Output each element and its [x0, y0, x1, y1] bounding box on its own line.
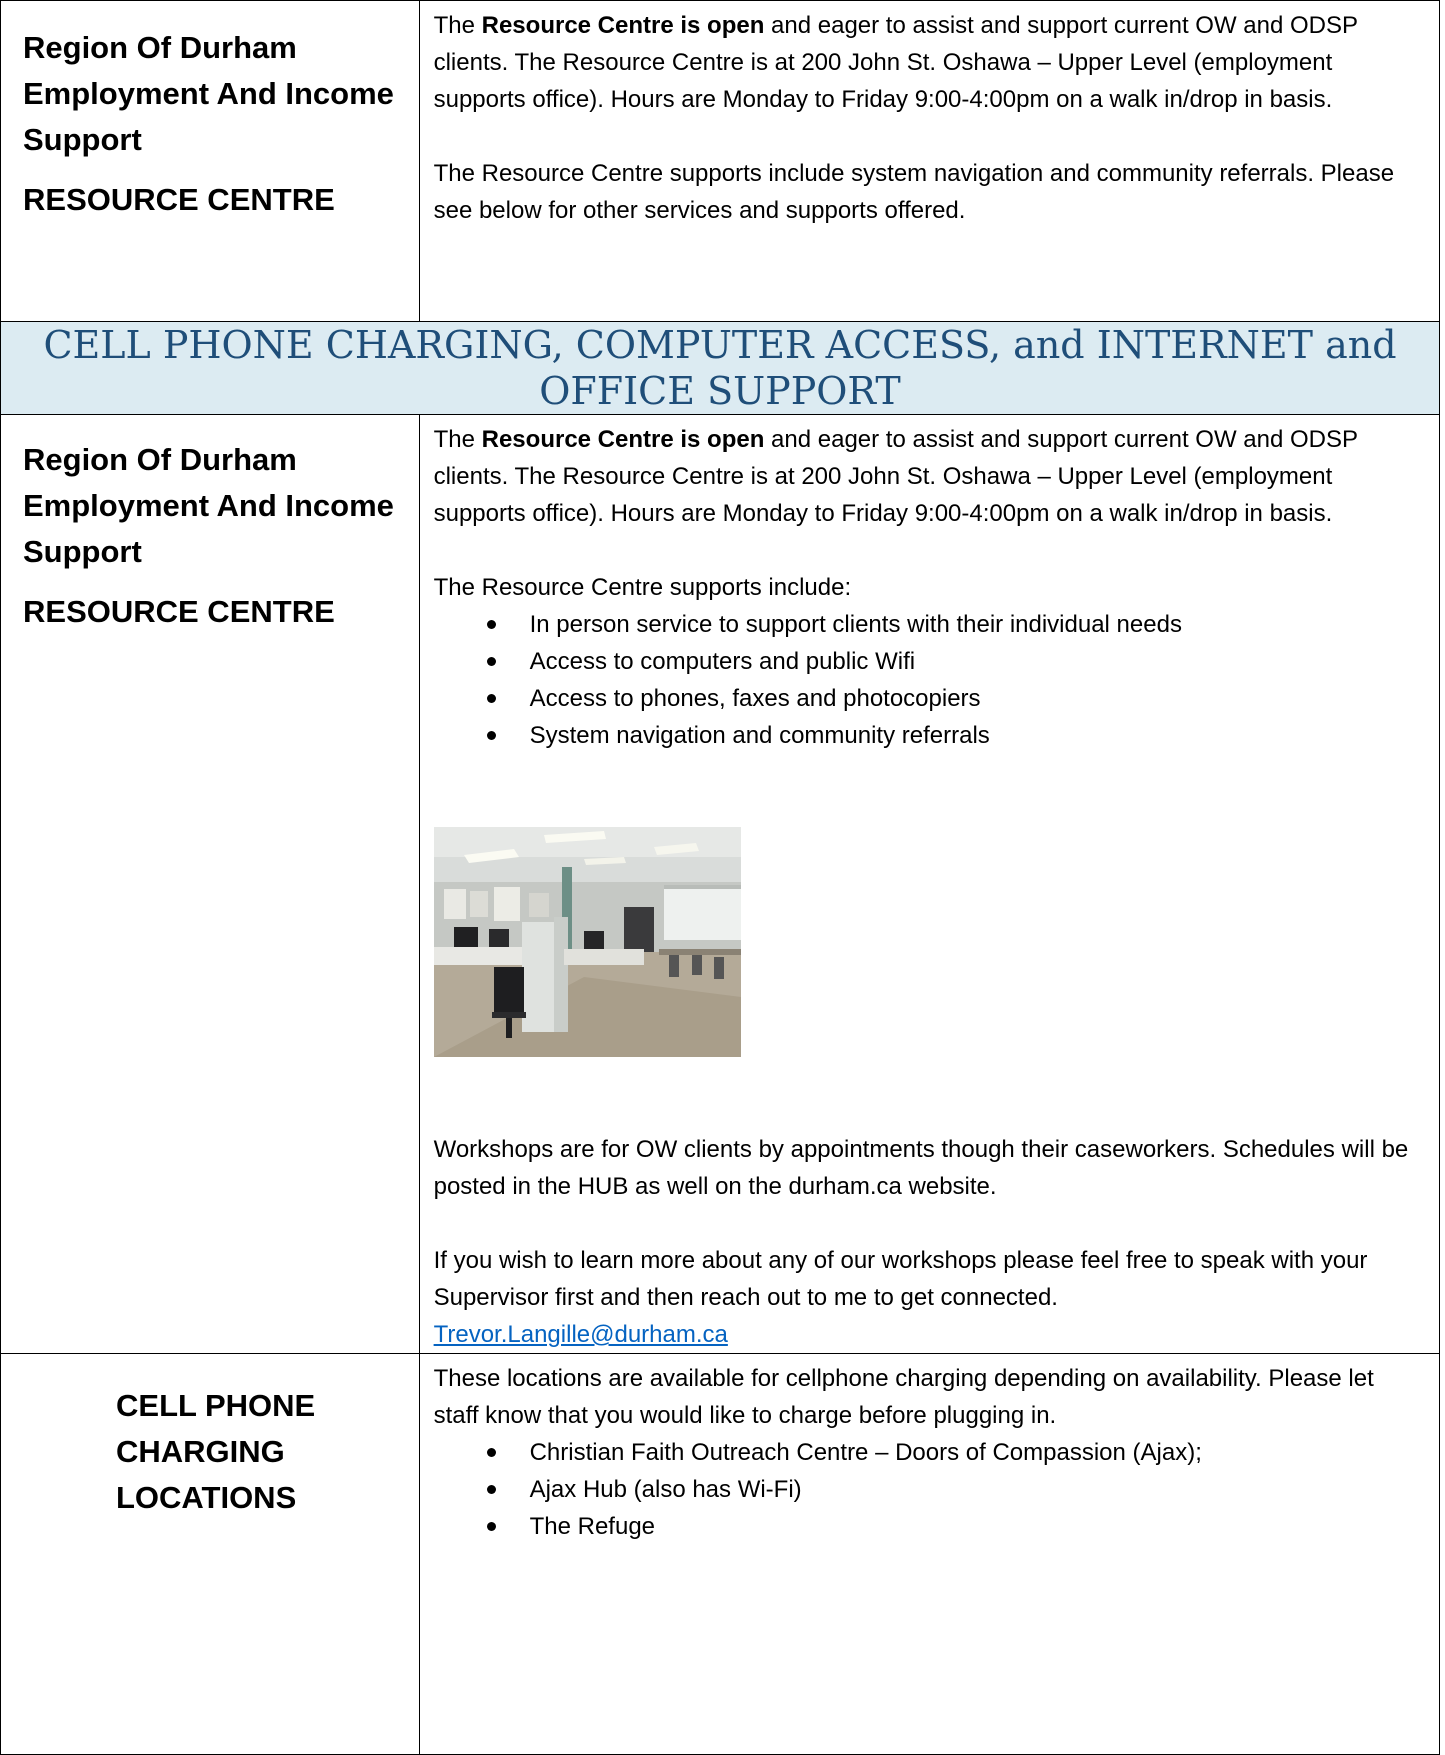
list-item: Ajax Hub (also has Wi-Fi) [434, 1471, 1423, 1508]
resource-centre-label-cell-2: Region Of Durham Employment And Income S… [0, 414, 420, 1354]
workshops-paragraph: Workshops are for OW clients by appointm… [433, 1136, 1409, 1200]
list-item: System navigation and community referral… [434, 717, 1423, 754]
resource-centre-info-cell-2: The Resource Centre is open and eager to… [418, 414, 1441, 1354]
organization-title: Region Of Durham Employment And Income S… [23, 442, 394, 569]
services-banner: CELL PHONE CHARGING, COMPUTER ACCESS, an… [0, 321, 1440, 415]
resource-centre-office-photo [433, 827, 741, 1057]
resource-centre-info-cell-1: The Resource Centre is open and eager to… [418, 0, 1441, 322]
list-item: Access to phones, faxes and photocopiers [434, 680, 1423, 717]
organization-title: Region Of Durham Employment And Income S… [23, 30, 394, 157]
contact-paragraph: If you wish to learn more about any of o… [433, 1247, 1368, 1311]
list-item: In person service to support clients wit… [434, 606, 1423, 643]
contact-email-link[interactable]: Trevor.Langille@durham.ca [434, 1321, 728, 1348]
resource-centre-heading: RESOURCE CENTRE [23, 594, 335, 629]
resource-centre-heading: RESOURCE CENTRE [23, 182, 335, 217]
resource-centre-open-paragraph: The Resource Centre is open and eager to… [433, 426, 1358, 527]
banner-row: CELL PHONE CHARGING, COMPUTER ACCESS, an… [0, 321, 1440, 415]
resource-centre-label-cell-1: Region Of Durham Employment And Income S… [0, 0, 420, 322]
list-item: Christian Faith Outreach Centre – Doors … [434, 1434, 1423, 1471]
open-notice-bold: Resource Centre is open [481, 12, 765, 39]
resource-centre-row-1: Region Of Durham Employment And Income S… [0, 0, 1441, 322]
charging-locations-row: CELL PHONE CHARGING LOCATIONS These loca… [0, 1353, 1441, 1755]
open-notice-bold: Resource Centre is open [481, 426, 765, 453]
resource-centre-row-2: Region Of Durham Employment And Income S… [0, 414, 1441, 1354]
list-item: Access to computers and public Wifi [434, 643, 1423, 680]
charging-locations-info-cell: These locations are available for cellph… [418, 1353, 1441, 1755]
list-item: The Refuge [434, 1508, 1423, 1545]
document-table: Region Of Durham Employment And Income S… [0, 0, 1441, 1755]
supports-summary-paragraph: The Resource Centre supports include sys… [433, 160, 1395, 224]
resource-centre-open-paragraph: The Resource Centre is open and eager to… [433, 12, 1358, 113]
supports-intro: The Resource Centre supports include: [433, 574, 852, 601]
charging-locations-heading: CELL PHONE CHARGING LOCATIONS [116, 1388, 316, 1515]
charging-intro-paragraph: These locations are available for cellph… [433, 1365, 1374, 1429]
charging-locations-list: Christian Faith Outreach Centre – Doors … [434, 1434, 1423, 1545]
supports-list: In person service to support clients wit… [434, 606, 1423, 754]
charging-locations-label-cell: CELL PHONE CHARGING LOCATIONS [0, 1353, 420, 1755]
